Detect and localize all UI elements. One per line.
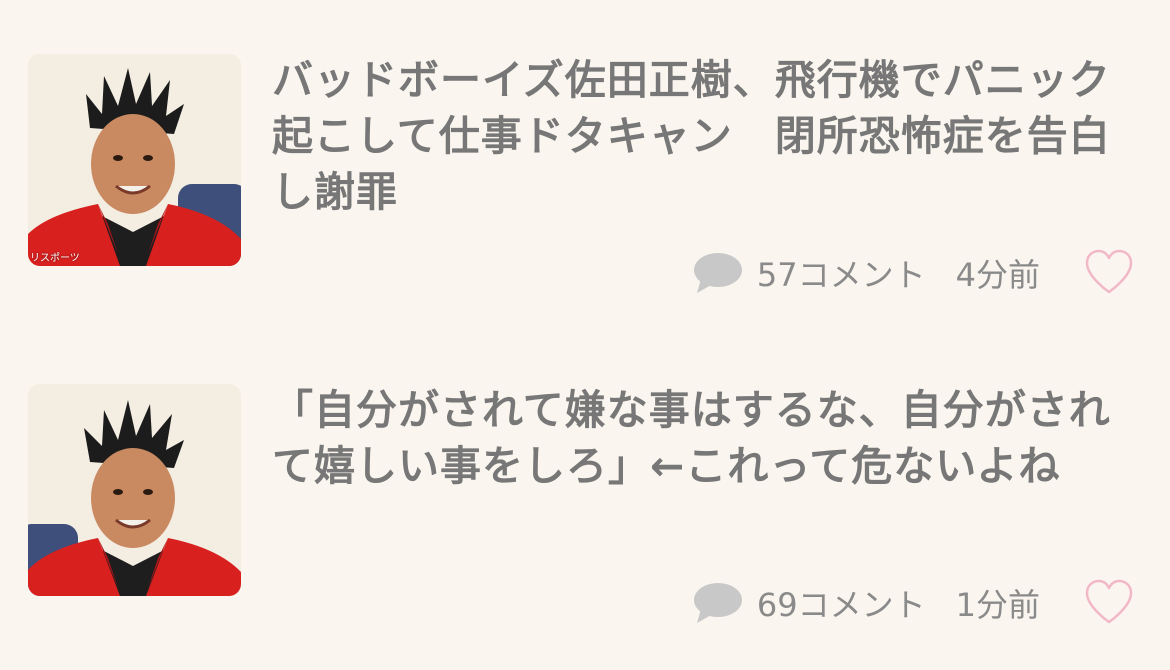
- person-photo: [28, 54, 241, 266]
- article-item[interactable]: 「自分がされて嫌な事はするな、自分がされて嬉しい事をしろ」←これって危ないよね …: [0, 370, 1170, 670]
- article-thumbnail[interactable]: リスポーツ: [28, 54, 241, 266]
- comment-bubble-icon: [693, 253, 742, 293]
- comment-count[interactable]: 69コメント: [757, 580, 926, 626]
- person-photo: [28, 384, 241, 596]
- comment-count[interactable]: 57コメント: [757, 250, 926, 296]
- article-title[interactable]: 「自分がされて嫌な事はするな、自分がされて嬉しい事をしろ」←これって危ないよね: [272, 382, 1132, 494]
- article-thumbnail[interactable]: [28, 384, 241, 596]
- post-time: 1分前: [955, 586, 1040, 624]
- comment-bubble-icon: [693, 583, 742, 623]
- heart-outline-icon[interactable]: [1084, 578, 1134, 626]
- article-meta: 57コメント 4分前: [693, 248, 1040, 298]
- heart-outline-icon[interactable]: [1084, 248, 1134, 296]
- article-item[interactable]: リスポーツ バッドボーイズ佐田正樹、飛行機でパニック起こして仕事ドタキャン 閉所…: [0, 40, 1170, 340]
- article-meta: 69コメント 1分前: [693, 578, 1040, 628]
- article-title[interactable]: バッドボーイズ佐田正樹、飛行機でパニック起こして仕事ドタキャン 閉所恐怖症を告白…: [272, 52, 1132, 220]
- image-credit: リスポーツ: [30, 253, 80, 264]
- post-time: 4分前: [955, 256, 1040, 294]
